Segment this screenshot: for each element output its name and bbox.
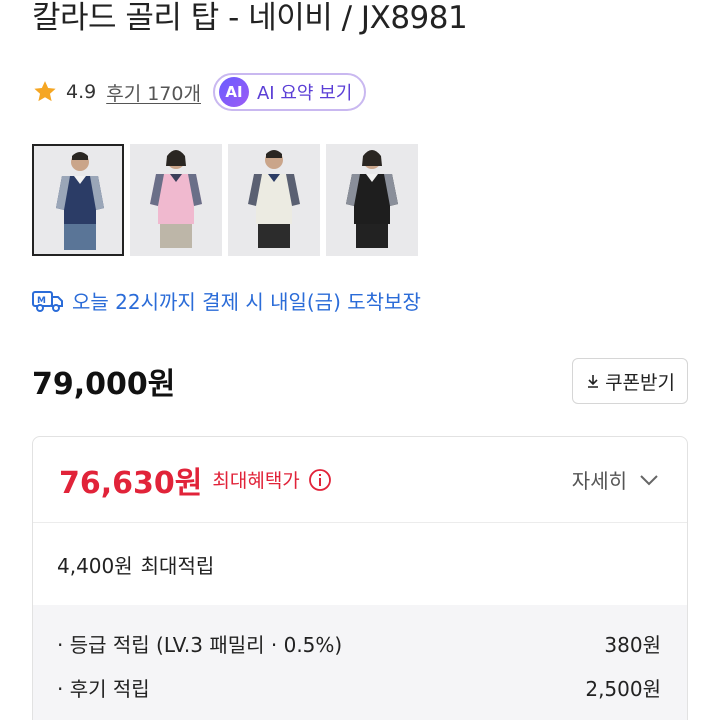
svg-text:M: M — [37, 296, 46, 306]
delivery-guarantee: M 오늘 22시까지 결제 시 내일(금) 도착보장 — [32, 286, 421, 315]
thumbnail-navy[interactable] — [32, 144, 124, 256]
price-row: 79,000원 쿠폰받기 — [32, 358, 688, 404]
download-icon — [588, 375, 599, 388]
benefit-card: 76,630원 최대혜택가 자세히 4,400원 최대적립 · 등급 적립 (L… — [32, 436, 688, 720]
coupon-button[interactable]: 쿠폰받기 — [572, 358, 688, 404]
max-points-row: 4,400원 최대적립 — [33, 523, 687, 605]
breakdown-row: · 후기 적립 2,500원 — [57, 665, 661, 709]
rating-value: 4.9 — [66, 81, 97, 103]
max-points-label: 최대적립 — [140, 553, 215, 578]
detail-label: 자세히 — [571, 469, 627, 493]
model-black-image — [346, 150, 398, 248]
delivery-text: 오늘 22시까지 결제 시 내일(금) 도착보장 — [72, 290, 421, 314]
original-price: 79,000원 — [32, 367, 176, 402]
points-breakdown: · 등급 적립 (LV.3 패밀리 · 0.5%) 380원 · 후기 적립 2… — [33, 605, 687, 720]
coupon-label: 쿠폰받기 — [605, 371, 675, 394]
breakdown-value: 2,500원 — [585, 676, 661, 701]
rating-row: 4.9 후기 170개 AI AI 요약 보기 — [32, 73, 367, 111]
breakdown-value: 380원 — [604, 632, 661, 657]
detail-toggle[interactable]: 자세히 — [572, 465, 659, 494]
thumbnail-gallery — [32, 144, 418, 256]
star-icon — [34, 81, 56, 102]
benefit-header: 76,630원 최대혜택가 자세히 — [33, 437, 687, 523]
thumbnail-pink[interactable] — [130, 144, 222, 256]
model-navy-image — [56, 152, 104, 250]
ai-summary-label: AI 요약 보기 — [256, 83, 353, 104]
max-benefit-price: 76,630원 — [59, 465, 203, 501]
ai-icon: AI — [218, 77, 249, 107]
model-pink-image — [150, 150, 202, 248]
truck-icon: M — [32, 290, 63, 312]
thumbnail-cream[interactable] — [228, 144, 320, 256]
product-title: 칼라드 골리 탑 - 네이비 / JX8981 — [32, 0, 468, 36]
max-benefit-label: 최대혜택가 — [212, 470, 300, 492]
breakdown-row: · 등급 적립 (LV.3 패밀리 · 0.5%) 380원 — [57, 621, 661, 665]
max-points-value: 4,400원 — [57, 553, 133, 578]
info-icon[interactable] — [308, 468, 332, 492]
thumbnail-black[interactable] — [326, 144, 418, 256]
model-cream-image — [248, 150, 300, 248]
chevron-down-icon — [640, 474, 658, 485]
breakdown-label: · 등급 적립 (LV.3 패밀리 · 0.5%) — [57, 632, 343, 657]
reviews-link[interactable]: 후기 170개 — [106, 79, 201, 106]
ai-summary-button[interactable]: AI AI 요약 보기 — [212, 73, 367, 111]
breakdown-label: · 후기 적립 — [57, 676, 150, 701]
